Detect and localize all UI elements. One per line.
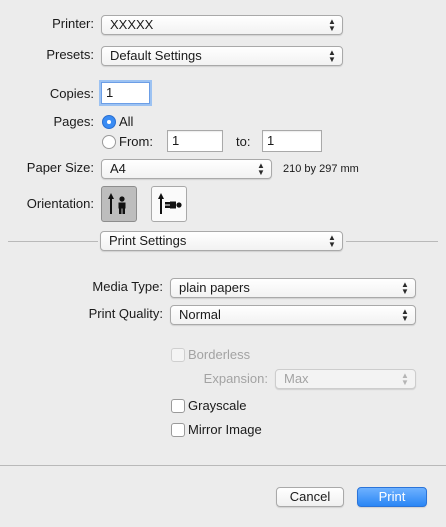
landscape-icon <box>158 193 182 214</box>
popup-arrows-icon: ▲ ▼ <box>328 233 336 249</box>
media-type-label: Media Type: <box>92 279 163 294</box>
cancel-button[interactable]: Cancel <box>276 487 344 507</box>
paper-size-value: A4 <box>110 161 126 176</box>
print-quality-popup[interactable]: Normal ▲ ▼ <box>170 305 416 325</box>
grayscale-checkbox[interactable] <box>171 399 185 413</box>
landscape-orientation-button[interactable] <box>151 186 187 222</box>
printer-label: Printer: <box>52 16 94 31</box>
popup-arrows-icon: ▲ ▼ <box>257 161 265 177</box>
popup-arrows-icon: ▲ ▼ <box>401 307 409 323</box>
popup-arrows-icon: ▲ ▼ <box>328 17 336 33</box>
printer-popup[interactable]: XXXXX ▲ ▼ <box>101 15 343 35</box>
section-divider-left <box>8 241 98 242</box>
print-quality-value: Normal <box>179 307 221 322</box>
pages-label: Pages: <box>53 114 94 129</box>
orientation-label: Orientation: <box>26 196 94 211</box>
paper-size-label: Paper Size: <box>26 160 94 175</box>
pages-all-label: All <box>119 114 134 129</box>
expansion-label: Expansion: <box>203 371 268 386</box>
section-value: Print Settings <box>109 233 187 248</box>
section-divider-right <box>346 241 438 242</box>
popup-arrows-icon: ▲ ▼ <box>401 371 409 387</box>
copies-field[interactable]: 1 <box>101 82 150 104</box>
printer-value: XXXXX <box>110 17 154 32</box>
portrait-orientation-button[interactable] <box>101 186 137 222</box>
print-quality-label: Print Quality: <box>88 306 163 321</box>
presets-value: Default Settings <box>110 48 202 63</box>
media-type-value: plain papers <box>179 280 250 295</box>
pages-from-label: From: <box>119 134 153 149</box>
expansion-popup[interactable]: Max ▲ ▼ <box>275 369 416 389</box>
section-popup[interactable]: Print Settings ▲ ▼ <box>100 231 343 251</box>
presets-label: Presets: <box>46 47 94 62</box>
pages-from-field[interactable]: 1 <box>167 130 223 152</box>
paper-dimensions: 210 by 297 mm <box>283 163 359 175</box>
pages-to-label: to: <box>236 134 251 149</box>
borderless-label: Borderless <box>188 347 251 362</box>
bottom-divider <box>0 465 446 466</box>
mirror-image-label: Mirror Image <box>188 422 262 437</box>
print-button[interactable]: Print <box>357 487 427 507</box>
paper-size-popup[interactable]: A4 ▲ ▼ <box>101 159 272 179</box>
grayscale-label: Grayscale <box>188 398 247 413</box>
expansion-value: Max <box>284 371 309 386</box>
popup-arrows-icon: ▲ ▼ <box>401 280 409 296</box>
mirror-image-checkbox[interactable] <box>171 423 185 437</box>
borderless-checkbox[interactable] <box>171 348 185 362</box>
media-type-popup[interactable]: plain papers ▲ ▼ <box>170 278 416 298</box>
pages-all-radio[interactable] <box>102 115 116 129</box>
pages-to-field[interactable]: 1 <box>262 130 322 152</box>
copies-label: Copies: <box>49 86 94 101</box>
pages-from-radio[interactable] <box>102 135 116 149</box>
presets-popup[interactable]: Default Settings ▲ ▼ <box>101 46 343 66</box>
popup-arrows-icon: ▲ ▼ <box>328 48 336 64</box>
portrait-icon <box>108 193 126 214</box>
